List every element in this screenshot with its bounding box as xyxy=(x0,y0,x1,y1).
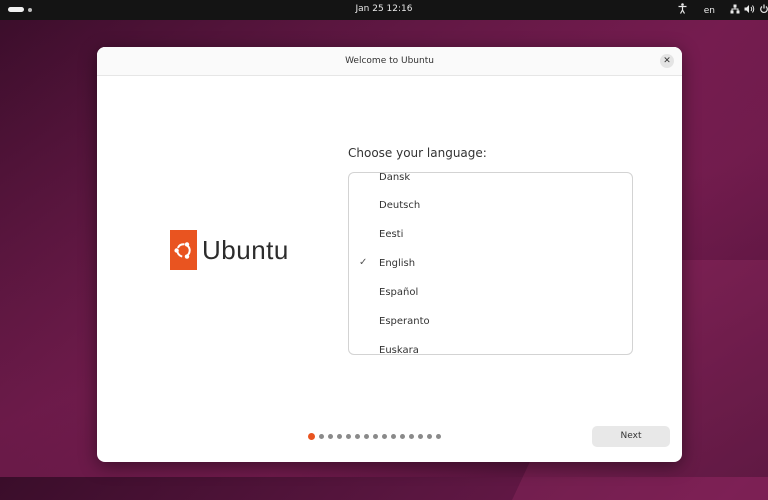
network-icon[interactable] xyxy=(730,4,740,19)
language-label: Euskara xyxy=(379,345,419,355)
page-dot xyxy=(391,434,396,439)
language-label: Español xyxy=(379,287,419,298)
page-dot-active xyxy=(308,433,315,440)
checkmark-icon: ✓ xyxy=(359,257,368,268)
page-dot xyxy=(319,434,324,439)
language-label: Esperanto xyxy=(379,316,430,327)
page-dot xyxy=(400,434,405,439)
language-label: Deutsch xyxy=(379,200,421,211)
page-dot xyxy=(418,434,423,439)
page-dot xyxy=(409,434,414,439)
page-dot xyxy=(355,434,360,439)
language-list[interactable]: Dansk Deutsch Eesti ✓ English Español Es… xyxy=(348,172,633,355)
next-button[interactable]: Next xyxy=(592,426,670,447)
window-title: Welcome to Ubuntu xyxy=(345,56,434,66)
keyboard-layout[interactable]: en xyxy=(704,4,715,18)
welcome-window: Welcome to Ubuntu ✕ Ubuntu Choose your l… xyxy=(97,47,682,462)
language-label: Eesti xyxy=(379,229,404,240)
page-dot xyxy=(373,434,378,439)
system-tray[interactable]: en xyxy=(664,3,768,19)
logo-wordmark: Ubuntu xyxy=(202,234,289,265)
page-dot xyxy=(364,434,369,439)
title-bar: Welcome to Ubuntu ✕ xyxy=(97,47,682,76)
clock[interactable]: Jan 25 12:16 xyxy=(0,4,768,14)
page-dot xyxy=(382,434,387,439)
page-dot xyxy=(436,434,441,439)
list-item-english[interactable]: ✓ English xyxy=(349,249,632,278)
accessibility-icon[interactable] xyxy=(678,3,687,19)
volume-icon[interactable] xyxy=(744,4,755,19)
language-label: Dansk xyxy=(379,172,411,183)
page-dot xyxy=(346,434,351,439)
language-label: English xyxy=(379,258,416,269)
top-bar: Jan 25 12:16 en xyxy=(0,0,768,20)
power-icon[interactable] xyxy=(760,4,768,19)
circle-of-friends-icon xyxy=(170,230,197,270)
page-dot xyxy=(427,434,432,439)
list-item-eesti[interactable]: Eesti xyxy=(349,220,632,249)
list-item-dansk[interactable]: Dansk xyxy=(349,172,632,192)
list-item-espanol[interactable]: Español xyxy=(349,278,632,307)
list-item-deutsch[interactable]: Deutsch xyxy=(349,191,632,220)
page-dot xyxy=(337,434,342,439)
list-item-esperanto[interactable]: Esperanto xyxy=(349,307,632,336)
list-item-euskara[interactable]: Euskara xyxy=(349,336,632,355)
language-prompt: Choose your language: xyxy=(348,146,487,160)
page-indicator xyxy=(308,433,441,440)
close-button[interactable]: ✕ xyxy=(660,54,674,68)
ubuntu-logo: Ubuntu xyxy=(170,230,289,270)
close-icon: ✕ xyxy=(663,56,671,66)
page-dot xyxy=(328,434,333,439)
